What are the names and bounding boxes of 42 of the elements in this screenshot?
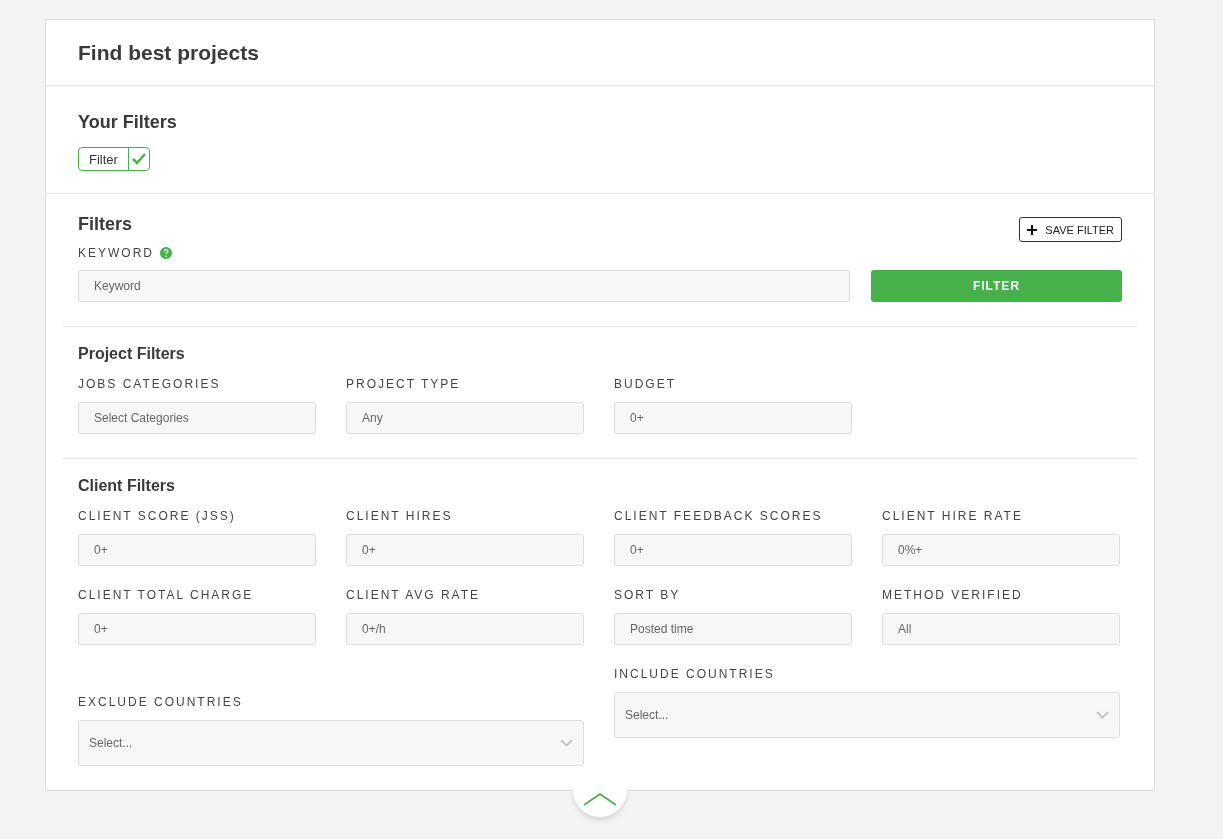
field-label: CLIENT SCORE (JSS)	[78, 509, 236, 523]
collapse-button[interactable]	[573, 790, 627, 817]
field-label: CLIENT FEEDBACK SCORES	[614, 509, 823, 523]
field-label: CLIENT HIRES	[346, 509, 453, 523]
chevron-down-icon	[1096, 711, 1109, 719]
field-label: INCLUDE COUNTRIES	[614, 667, 775, 681]
input-field[interactable]: Any	[346, 402, 584, 434]
input-field[interactable]: Posted time	[614, 613, 852, 645]
field-label: CLIENT AVG RATE	[346, 588, 481, 602]
help-icon[interactable]	[160, 247, 172, 259]
input-field[interactable]: 0+	[614, 534, 852, 566]
section-title: Project Filters	[78, 345, 186, 363]
input-field[interactable]: All	[882, 613, 1120, 645]
input-field[interactable]: 0+	[346, 534, 584, 566]
plus-icon	[1027, 224, 1038, 235]
select-field[interactable]: Select...	[78, 720, 584, 766]
field-label: PROJECT TYPE	[346, 377, 461, 391]
select-field[interactable]: Select...	[614, 692, 1120, 738]
keyword-input[interactable]: Keyword	[78, 270, 850, 302]
saved-filter-chip[interactable]: Filter	[78, 147, 150, 171]
chevron-down-icon	[560, 739, 573, 747]
input-field[interactable]: 0%+	[882, 534, 1120, 566]
field-label: METHOD VERIFIED	[882, 588, 1023, 602]
input-field[interactable]: 0+	[614, 402, 852, 434]
field-label: BUDGET	[614, 377, 676, 391]
input-field[interactable]: 0+	[78, 613, 316, 645]
input-field[interactable]: Select Categories	[78, 402, 316, 434]
input-field[interactable]: 0+	[78, 534, 316, 566]
page-title: Find best projects	[78, 40, 259, 65]
section-title: Filters	[78, 214, 133, 235]
section-title: Your Filters	[78, 112, 178, 133]
chevron-up-icon	[583, 792, 617, 806]
field-label: CLIENT HIRE RATE	[882, 509, 1023, 523]
input-field[interactable]: 0+/h	[346, 613, 584, 645]
section-title: Client Filters	[78, 477, 176, 495]
field-label: EXCLUDE COUNTRIES	[78, 695, 243, 709]
field-label: JOBS CATEGORIES	[78, 377, 221, 391]
field-label: CLIENT TOTAL CHARGE	[78, 588, 254, 602]
check-icon	[131, 153, 146, 165]
field-label: SORT BY	[614, 588, 681, 602]
save-filter-button[interactable]: SAVE FILTER	[1019, 217, 1122, 242]
field-label: KEYWORD	[78, 246, 154, 260]
